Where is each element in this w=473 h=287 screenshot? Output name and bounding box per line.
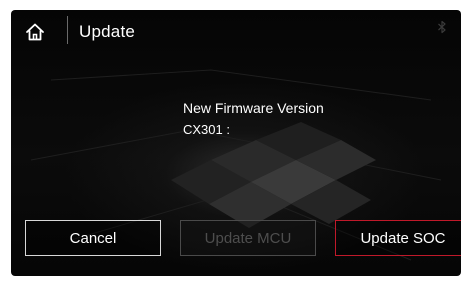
firmware-heading: New Firmware Version [183, 100, 324, 116]
firmware-info: New Firmware Version CX301 : [183, 98, 324, 140]
header-divider [67, 16, 68, 44]
header-bar: Update [11, 10, 461, 54]
cancel-button[interactable]: Cancel [25, 220, 161, 256]
bluetooth-icon [438, 20, 446, 34]
home-icon [26, 23, 44, 41]
home-button[interactable] [23, 20, 47, 44]
update-mcu-button[interactable]: Update MCU [180, 220, 316, 256]
page-title: Update [79, 22, 136, 41]
update-soc-button[interactable]: Update SOC [335, 220, 461, 256]
firmware-model: CX301 : [183, 122, 230, 137]
update-screen: Update New Firmware Version CX301 : Canc… [11, 10, 461, 276]
